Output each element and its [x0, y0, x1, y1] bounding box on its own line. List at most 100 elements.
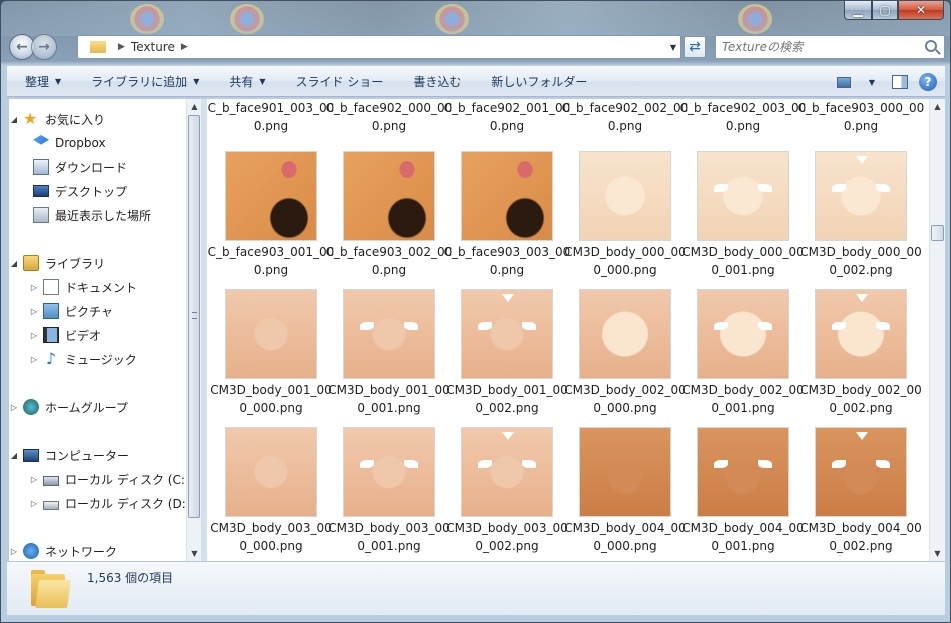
preview-pane-button[interactable]	[889, 71, 911, 93]
file-item[interactable]: C_b_face901_003_000.png	[207, 99, 335, 139]
nav-pictures[interactable]: ▷ ピクチャ	[29, 300, 113, 322]
file-item[interactable]: CM3D_body_004_000_000.png	[561, 421, 686, 559]
expanded-triangle-icon[interactable]: ◢	[9, 115, 19, 124]
file-item[interactable]: CM3D_body_002_000_001.png	[679, 283, 804, 421]
nav-favorites[interactable]: ◢ ★ お気に入り	[9, 108, 105, 130]
nav-downloads[interactable]: ダウンロード	[29, 156, 127, 178]
slideshow-button[interactable]: スライド ショー	[278, 65, 396, 97]
file-item[interactable]: CM3D_body_002_000_000.png	[561, 283, 686, 421]
expanded-triangle-icon[interactable]: ◢	[9, 451, 19, 460]
burn-button[interactable]: 書き込む	[395, 65, 473, 97]
texture-detail	[698, 152, 788, 240]
organize-button[interactable]: 整理 ▼	[7, 65, 73, 97]
collapsed-triangle-icon[interactable]: ▷	[29, 331, 39, 340]
music-note-icon: ♪	[45, 349, 57, 368]
file-name: CM3D_body_002_000_000.png	[564, 383, 686, 415]
file-item[interactable]: C_b_face903_001_000.png	[207, 145, 334, 283]
file-item[interactable]: C_b_face903_000_000.png	[797, 99, 925, 139]
file-item[interactable]: CM3D_body_000_000_001.png	[679, 145, 804, 283]
breadcrumb-arrow-icon[interactable]: ▶	[118, 42, 125, 52]
refresh-button[interactable]: ⇄	[684, 36, 706, 58]
nav-documents[interactable]: ▷ ドキュメント	[29, 276, 137, 298]
file-name: CM3D_body_002_000_001.png	[682, 383, 804, 415]
texture-detail	[360, 322, 374, 330]
nav-recent-places[interactable]: 最近表示した場所	[29, 204, 151, 226]
close-button[interactable]: ✕	[898, 1, 944, 20]
nav-desktop[interactable]: デスクトップ	[29, 180, 127, 202]
command-bar-right: ▼ ?	[827, 71, 939, 93]
dropdown-arrow-icon: ▼	[868, 77, 876, 87]
share-label: 共有	[229, 74, 254, 89]
breadcrumb-texture[interactable]: Texture	[131, 40, 175, 54]
file-item[interactable]: C_b_face902_000_000.png	[325, 99, 453, 139]
file-item[interactable]: CM3D_body_003_000_001.png	[325, 421, 450, 559]
file-item[interactable]: CM3D_body_004_000_002.png	[797, 421, 922, 559]
scroll-down-arrow-icon[interactable]: ▼	[187, 546, 202, 561]
texture-thumbnail	[579, 289, 671, 379]
nav-homegroup[interactable]: ▷ ホームグループ	[9, 396, 128, 418]
file-item[interactable]: CM3D_body_003_000_002.png	[443, 421, 568, 559]
share-button[interactable]: 共有 ▼	[211, 65, 277, 97]
minimize-button[interactable]: ▁	[844, 1, 872, 20]
file-item[interactable]: CM3D_body_003_000_000.png	[207, 421, 332, 559]
file-item[interactable]: C_b_face903_002_000.png	[325, 145, 452, 283]
scroll-up-arrow-icon[interactable]: ▲	[930, 99, 945, 114]
collapsed-triangle-icon[interactable]: ▷	[29, 499, 39, 508]
collapsed-triangle-icon[interactable]: ▷	[29, 307, 39, 316]
expanded-triangle-icon[interactable]: ◢	[9, 259, 19, 268]
forward-button[interactable]: →	[31, 34, 57, 60]
file-name: C_b_face903_001_000.png	[207, 245, 335, 277]
nav-dropbox[interactable]: Dropbox	[29, 132, 106, 154]
file-item[interactable]: CM3D_body_000_000_000.png	[561, 145, 686, 283]
help-button[interactable]: ?	[917, 71, 939, 93]
texture-thumbnail	[697, 289, 789, 379]
view-options-dropdown[interactable]: ▼	[861, 71, 883, 93]
collapsed-triangle-icon[interactable]: ▷	[29, 283, 39, 292]
file-item[interactable]: C_b_face902_001_000.png	[443, 99, 571, 139]
minimize-icon: ▁	[853, 3, 863, 17]
new-folder-button[interactable]: 新しいフォルダー	[473, 65, 599, 97]
scroll-down-arrow-icon[interactable]: ▼	[930, 546, 945, 561]
content-scrollbar[interactable]: ▲ ▼	[929, 99, 945, 561]
navigation-scrollbar[interactable]: ▲ ▼	[186, 99, 201, 561]
nav-disk-c[interactable]: ▷ ローカル ディスク (C:)	[29, 468, 190, 490]
video-icon	[43, 327, 59, 343]
nav-label: 最近表示した場所	[55, 208, 152, 223]
collapsed-triangle-icon[interactable]: ▷	[29, 355, 39, 364]
collapsed-triangle-icon[interactable]: ▷	[9, 403, 19, 412]
scrollbar-thumb[interactable]	[931, 225, 944, 241]
file-item[interactable]: C_b_face903_003_000.png	[443, 145, 570, 283]
add-to-library-button[interactable]: ライブラリに追加 ▼	[73, 65, 211, 97]
grip-icon	[192, 312, 197, 319]
scrollbar-thumb[interactable]	[188, 115, 200, 518]
dropdown-arrow-icon: ▼	[259, 76, 266, 86]
close-icon: ✕	[915, 3, 927, 17]
nav-libraries[interactable]: ◢ ライブラリ	[9, 252, 105, 274]
change-view-button[interactable]	[833, 71, 855, 93]
address-bar[interactable]: ▶ Texture ▶ ▼	[77, 35, 681, 59]
maximize-button[interactable]: ▢	[872, 1, 898, 20]
search-box[interactable]	[715, 35, 945, 59]
search-input[interactable]	[722, 40, 917, 54]
nav-disk-d[interactable]: ▷ ローカル ディスク (D:)	[29, 492, 191, 514]
nav-videos[interactable]: ▷ ビデオ	[29, 324, 101, 346]
file-item[interactable]: CM3D_body_000_000_002.png	[797, 145, 922, 283]
nav-label: ダウンロード	[55, 160, 128, 175]
file-item[interactable]: CM3D_body_001_000_000.png	[207, 283, 332, 421]
address-history-dropdown-icon[interactable]: ▼	[670, 43, 676, 52]
refresh-icon: ⇄	[689, 39, 701, 55]
collapsed-triangle-icon[interactable]: ▷	[29, 475, 39, 484]
nav-network[interactable]: ▷ ネットワーク	[9, 540, 117, 561]
file-item[interactable]: C_b_face902_003_000.png	[679, 99, 807, 139]
file-item[interactable]: CM3D_body_004_000_001.png	[679, 421, 804, 559]
file-item[interactable]: CM3D_body_001_000_002.png	[443, 283, 568, 421]
nav-computer[interactable]: ◢ コンピューター	[9, 444, 129, 466]
collapsed-triangle-icon[interactable]: ▷	[9, 547, 19, 556]
file-item[interactable]: C_b_face902_002_000.png	[561, 99, 689, 139]
file-item[interactable]: CM3D_body_001_000_001.png	[325, 283, 450, 421]
file-item[interactable]: CM3D_body_002_000_002.png	[797, 283, 922, 421]
nav-music[interactable]: ▷ ♪ ミュージック	[29, 348, 137, 370]
search-icon[interactable]	[925, 40, 937, 52]
scroll-up-arrow-icon[interactable]: ▲	[187, 99, 202, 114]
breadcrumb-arrow-icon[interactable]: ▶	[181, 42, 188, 52]
